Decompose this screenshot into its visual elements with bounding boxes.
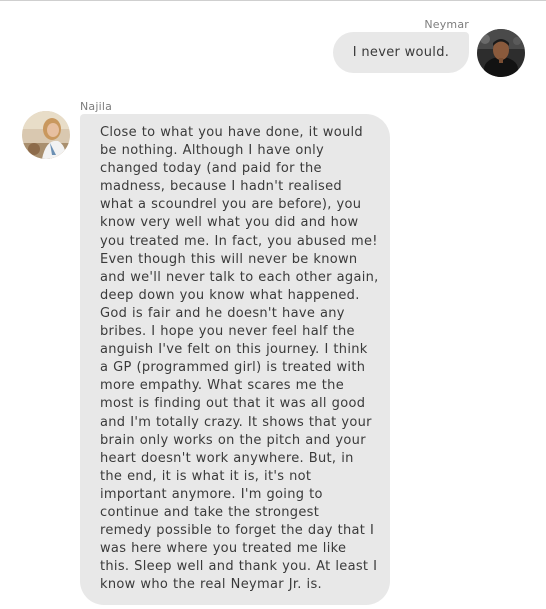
avatar-photo-icon xyxy=(477,29,525,77)
message-line: and we'll never talk to each other again… xyxy=(100,269,379,285)
message-line: the end, it is what it is, it's not xyxy=(100,468,312,484)
message-line: heart doesn't work anywhere. But, in xyxy=(100,450,354,466)
message-line: continue and take the strongest xyxy=(100,504,320,520)
message-text: I never would. xyxy=(352,45,450,60)
message-line: important anymore. I'm going to xyxy=(100,486,323,502)
message-line: changed today (and paid for the xyxy=(100,161,322,177)
message-line: know very well what you did and how xyxy=(100,215,359,231)
message-line: Close to what you have done, it would xyxy=(100,125,363,140)
message-line: Even though this will never be known xyxy=(100,251,358,267)
message-line: was here where you treated me like xyxy=(100,541,347,557)
message-line: God is fair and he doesn't have any xyxy=(100,305,345,321)
message-bubble-outgoing[interactable]: I never would. xyxy=(333,32,469,73)
avatar-neymar[interactable] xyxy=(477,29,525,77)
message-line: remedy possible to forget the day that I xyxy=(100,523,375,539)
message-line: madness, because I hadn't realised xyxy=(100,179,342,195)
message-line: you treated me. In fact, you abused me! xyxy=(100,233,378,249)
avatar-najila[interactable] xyxy=(22,111,70,159)
chat-window: Neymar I never would. Najila Close to wh… xyxy=(0,0,546,609)
message-line: and I'm totally crazy. It shows that you… xyxy=(100,414,372,430)
message-line: this. Sleep well and thank you. At least… xyxy=(100,559,378,575)
message-line: more empathy. What scares me the xyxy=(100,378,344,394)
message-line: brain only works on the pitch and your xyxy=(100,432,366,448)
message-line: anguish I've felt on this journey. I thi… xyxy=(100,342,368,358)
message-line: bribes. I hope you never feel half the xyxy=(100,324,355,340)
message-bubble-incoming[interactable]: Close to what you have done, it would be… xyxy=(80,114,390,605)
sender-name-neymar: Neymar xyxy=(424,18,469,31)
message-line: most is finding out that it was all good xyxy=(100,396,366,412)
avatar-photo-icon xyxy=(22,111,70,159)
message-line: know who the real Neymar Jr. is. xyxy=(100,577,322,593)
message-line: a GP (programmed girl) is treated with xyxy=(100,360,366,376)
message-line: deep down you know what happened. xyxy=(100,287,360,303)
sender-name-najila: Najila xyxy=(80,100,113,113)
message-line: be nothing. Although I have only xyxy=(100,143,325,159)
top-divider xyxy=(0,0,546,1)
message-line: what a scoundrel you are before), you xyxy=(100,197,362,213)
